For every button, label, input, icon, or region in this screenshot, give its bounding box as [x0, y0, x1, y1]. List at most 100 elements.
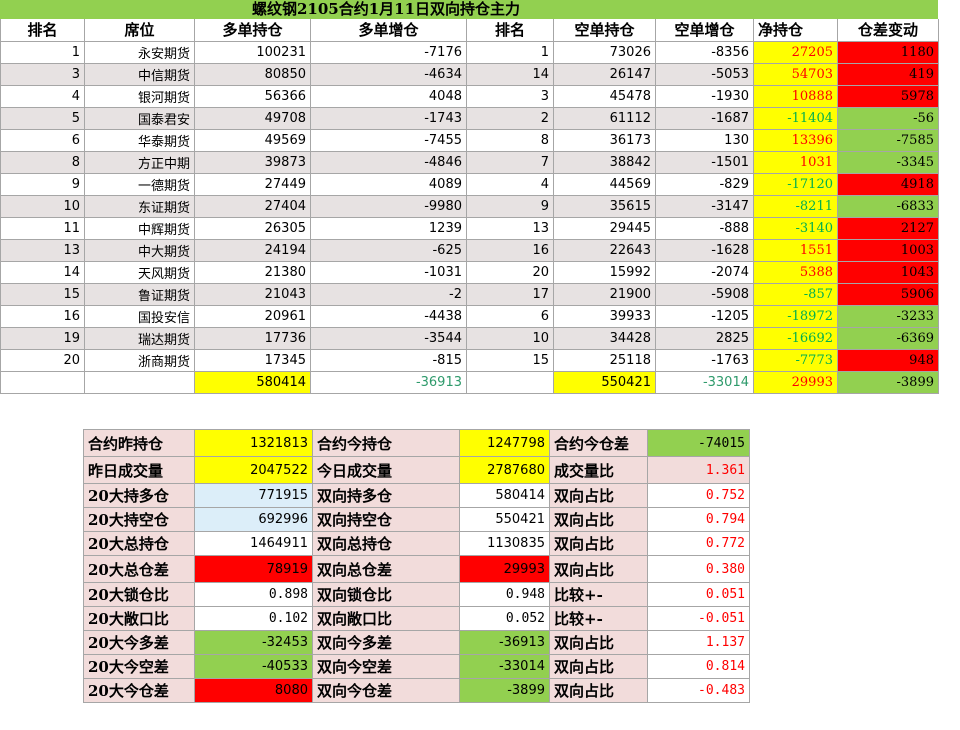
seat-name: 中大期货: [84, 238, 195, 262]
long-position: 56366: [194, 84, 311, 108]
long-rank: 4: [0, 84, 85, 108]
position-diff: 1043: [837, 260, 939, 284]
summary-value-ratio: -0.051: [647, 606, 750, 631]
long-position: 80850: [194, 62, 311, 86]
net-position: 5388: [753, 260, 838, 284]
short-rank: 15: [466, 348, 554, 372]
short-change: 2825: [655, 326, 754, 350]
seat-name: 方正中期: [84, 150, 195, 174]
header-short-change: 空单增仓: [655, 19, 754, 42]
net-position: 1551: [753, 238, 838, 262]
summary-label-dual: 双向锁仓比: [312, 582, 460, 607]
summary-value-top20: -40533: [194, 654, 313, 679]
long-position: 27404: [194, 194, 311, 218]
table-row: 11 中辉期货 26305 1239 13 29445 -888 -3140 2127: [0, 216, 939, 240]
summary-label-top20: 20大总持仓: [83, 531, 195, 556]
long-rank: 10: [0, 194, 85, 218]
position-diff: 5906: [837, 282, 939, 306]
long-rank: 14: [0, 260, 85, 284]
summary-row: 20大今多差 -32453 双向今多差 -36913 双向占比 1.137: [83, 630, 750, 655]
summary-label-top20: 昨日成交量: [83, 456, 195, 484]
summary-label-ratio: 比较+-: [549, 582, 648, 607]
position-diff: 419: [837, 62, 939, 86]
summary-row: 20大持空仓 692996 双向持空仓 550421 双向占比 0.794: [83, 507, 750, 532]
position-diff: -6833: [837, 194, 939, 218]
long-rank: 1: [0, 40, 85, 64]
summary-label-ratio: 比较+-: [549, 606, 648, 631]
short-position: 15992: [553, 260, 656, 284]
seat-name: 浙商期货: [84, 348, 195, 372]
summary-row: 20大总仓差 78919 双向总仓差 29993 双向占比 0.380: [83, 555, 750, 583]
table-row: 20 浙商期货 17345 -815 15 25118 -1763 -7773 948: [0, 348, 939, 372]
short-change: -888: [655, 216, 754, 240]
summary-value-top20: 771915: [194, 483, 313, 508]
position-diff: 4918: [837, 172, 939, 196]
long-change: 4048: [310, 84, 467, 108]
summary-value-top20: 692996: [194, 507, 313, 532]
long-position: 39873: [194, 150, 311, 174]
short-rank: 1: [466, 40, 554, 64]
totals-blank-1: [0, 370, 85, 394]
summary-row: 20大持多仓 771915 双向持多仓 580414 双向占比 0.752: [83, 483, 750, 508]
short-rank: 7: [466, 150, 554, 174]
short-position: 25118: [553, 348, 656, 372]
table-row: 14 天风期货 21380 -1031 20 15992 -2074 5388 1043: [0, 260, 939, 284]
summary-value-ratio: 0.814: [647, 654, 750, 679]
summary-row: 20大敞口比 0.102 双向敞口比 0.052 比较+- -0.051: [83, 606, 750, 631]
summary-row: 20大总持仓 1464911 双向总持仓 1130835 双向占比 0.772: [83, 531, 750, 556]
summary-value-ratio: 0.794: [647, 507, 750, 532]
summary-value-top20: 0.102: [194, 606, 313, 631]
position-diff: 1180: [837, 40, 939, 64]
short-position: 45478: [553, 84, 656, 108]
short-position: 29445: [553, 216, 656, 240]
positions-table: 排名 席位 多单持仓 多单增仓 排名 空单持仓 空单增仓 净持仓 仓差变动 1永…: [0, 19, 939, 394]
net-position: -17120: [753, 172, 838, 196]
long-rank: 16: [0, 304, 85, 328]
summary-label-top20: 20大今多差: [83, 630, 195, 655]
total-short-change: -33014: [655, 370, 754, 394]
summary-label-top20: 20大今空差: [83, 654, 195, 679]
long-change: -4846: [310, 150, 467, 174]
summary-label-dual: 双向持多仓: [312, 483, 460, 508]
net-position: -3140: [753, 216, 838, 240]
short-rank: 13: [466, 216, 554, 240]
net-position: 10888: [753, 84, 838, 108]
seat-name: 永安期货: [84, 40, 195, 64]
short-change: -3147: [655, 194, 754, 218]
short-rank: 3: [466, 84, 554, 108]
position-diff: -6369: [837, 326, 939, 350]
summary-value-top20: 1321813: [194, 429, 313, 457]
short-change: -829: [655, 172, 754, 196]
summary-label-ratio: 双向占比: [549, 630, 648, 655]
short-position: 61112: [553, 106, 656, 130]
long-change: -1031: [310, 260, 467, 284]
summary-value-dual: -36913: [459, 630, 550, 655]
long-rank: 6: [0, 128, 85, 152]
short-rank: 6: [466, 304, 554, 328]
short-position: 26147: [553, 62, 656, 86]
summary-value-dual: 0.052: [459, 606, 550, 631]
summary-label-top20: 20大敞口比: [83, 606, 195, 631]
short-position: 36173: [553, 128, 656, 152]
summary-value-top20: 1464911: [194, 531, 313, 556]
long-rank: 20: [0, 348, 85, 372]
net-position: -18972: [753, 304, 838, 328]
seat-name: 东证期货: [84, 194, 195, 218]
summary-label-ratio: 双向占比: [549, 507, 648, 532]
long-rank: 19: [0, 326, 85, 350]
summary-value-ratio: 1.137: [647, 630, 750, 655]
seat-name: 瑞达期货: [84, 326, 195, 350]
short-change: -1930: [655, 84, 754, 108]
summary-value-ratio: 0.380: [647, 555, 750, 583]
summary-value-dual: 580414: [459, 483, 550, 508]
position-diff: -3345: [837, 150, 939, 174]
table-row: 4 银河期货 56366 4048 3 45478 -1930 10888 5978: [0, 84, 939, 108]
total-short: 550421: [553, 370, 656, 394]
summary-value-ratio: 0.051: [647, 582, 750, 607]
short-position: 22643: [553, 238, 656, 262]
short-change: -1687: [655, 106, 754, 130]
header-seat: 席位: [84, 19, 195, 42]
position-diff: -7585: [837, 128, 939, 152]
summary-label-top20: 20大总仓差: [83, 555, 195, 583]
long-position: 26305: [194, 216, 311, 240]
